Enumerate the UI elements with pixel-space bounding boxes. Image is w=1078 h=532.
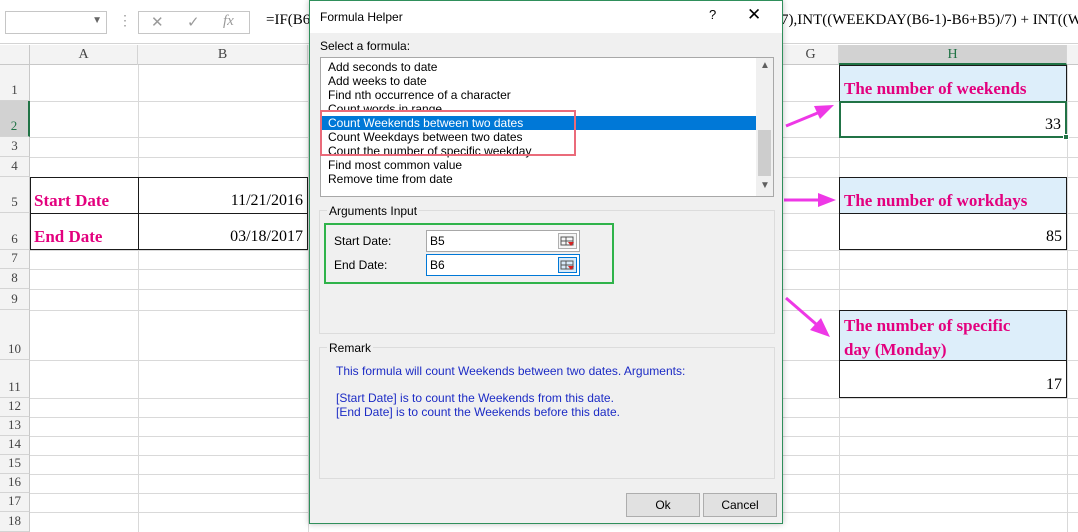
remark-line: This formula will count Weekends between… bbox=[336, 364, 686, 378]
cell-h1[interactable]: The number of weekends bbox=[839, 65, 1067, 102]
workdays-value: 85 bbox=[1046, 228, 1062, 245]
cancel-button[interactable]: Cancel bbox=[703, 493, 777, 517]
weekends-label: The number of weekends bbox=[844, 79, 1027, 98]
column-header-g[interactable]: G bbox=[783, 45, 839, 65]
end-date-field[interactable]: B6 bbox=[426, 254, 580, 276]
specific-day-label: The number of specific day (Monday) bbox=[844, 314, 1010, 362]
formula-text-end: 7),INT((WEEKDAY(B6-1)-B6+B5)/7) + INT((W bbox=[781, 12, 1078, 28]
cancel-icon[interactable]: ✕ bbox=[151, 13, 164, 31]
start-date-value: 11/21/2016 bbox=[230, 192, 303, 209]
cell-h10[interactable]: The number of specific day (Monday) bbox=[839, 310, 1067, 361]
cell-h5[interactable]: The number of workdays bbox=[839, 177, 1067, 214]
fill-handle[interactable] bbox=[1063, 134, 1069, 140]
remark-title: Remark bbox=[327, 341, 374, 355]
remark-group: Remark This formula will count Weekends … bbox=[319, 341, 775, 479]
end-date-field-value: B6 bbox=[430, 258, 445, 272]
column-header-a[interactable]: A bbox=[30, 45, 138, 65]
end-date-label: End Date bbox=[34, 227, 103, 246]
formula-text-start: =IF(B6 bbox=[266, 12, 311, 28]
row-header-15[interactable]: 15 bbox=[0, 455, 30, 474]
formula-item[interactable]: Remove time from date bbox=[321, 172, 757, 186]
workdays-label: The number of workdays bbox=[844, 191, 1028, 210]
formula-item[interactable]: Add weeks to date bbox=[321, 74, 757, 88]
column-header-b[interactable]: B bbox=[138, 45, 308, 65]
range-select-icon[interactable] bbox=[558, 257, 577, 273]
chevron-up-icon[interactable]: ▲ bbox=[760, 60, 770, 71]
end-date-field-label: End Date: bbox=[334, 258, 388, 272]
arguments-input-title: Arguments Input bbox=[327, 204, 420, 218]
arrow-right-icon bbox=[785, 105, 834, 128]
row-header-6[interactable]: 6 bbox=[0, 213, 30, 250]
range-select-icon[interactable] bbox=[558, 233, 577, 249]
row-header-5[interactable]: 5 bbox=[0, 177, 30, 213]
arguments-highlight: Start Date: B5 End Date: B6 bbox=[324, 223, 614, 284]
remark-line: [Start Date] is to count the Weekends fr… bbox=[336, 391, 614, 405]
end-date-value: 03/18/2017 bbox=[230, 228, 303, 245]
cell-h11[interactable]: 17 bbox=[839, 360, 1067, 398]
formula-item[interactable]: Find most common value bbox=[321, 158, 757, 172]
chevron-down-icon[interactable]: ▼ bbox=[92, 15, 102, 26]
arrow-right-icon bbox=[785, 296, 830, 337]
weekends-value: 33 bbox=[1045, 116, 1061, 133]
close-icon[interactable]: ✕ bbox=[747, 5, 761, 25]
specific-day-label-line2: day (Monday) bbox=[844, 340, 947, 359]
cell-h2[interactable]: 33 bbox=[839, 101, 1069, 140]
row-header-4[interactable]: 4 bbox=[0, 157, 30, 177]
scrollbar-thumb[interactable] bbox=[758, 130, 771, 176]
specific-day-value: 17 bbox=[1046, 376, 1062, 393]
row-header-1[interactable]: 1 bbox=[0, 65, 30, 101]
row-header-3[interactable]: 3 bbox=[0, 137, 30, 157]
gridline bbox=[138, 65, 139, 532]
dialog-titlebar[interactable]: Formula Helper ? ✕ bbox=[310, 1, 782, 33]
row-header-2[interactable]: 2 bbox=[0, 101, 30, 137]
more-vertical-icon: ⋮ bbox=[118, 12, 132, 28]
arguments-input-group: Arguments Input Start Date: B5 End Date:… bbox=[319, 204, 775, 334]
start-date-field-value: B5 bbox=[430, 234, 445, 248]
cell-a5[interactable]: Start Date bbox=[30, 177, 139, 214]
dialog-title: Formula Helper bbox=[320, 10, 403, 24]
specific-day-label-line1: The number of specific bbox=[844, 316, 1011, 335]
select-all-corner[interactable] bbox=[0, 45, 30, 65]
column-header-h[interactable]: H bbox=[839, 45, 1067, 65]
row-header-17[interactable]: 17 bbox=[0, 493, 30, 512]
help-icon[interactable]: ? bbox=[709, 7, 716, 22]
row-header-14[interactable]: 14 bbox=[0, 436, 30, 455]
row-header-7[interactable]: 7 bbox=[0, 250, 30, 269]
row-header-16[interactable]: 16 bbox=[0, 474, 30, 493]
cell-b5[interactable]: 11/21/2016 bbox=[138, 177, 308, 214]
row-header-9[interactable]: 9 bbox=[0, 289, 30, 310]
row-header-10[interactable]: 10 bbox=[0, 310, 30, 360]
remark-line: [End Date] is to count the Weekends befo… bbox=[336, 405, 620, 419]
row-header-12[interactable]: 12 bbox=[0, 398, 30, 417]
row-header-11[interactable]: 11 bbox=[0, 360, 30, 398]
row-header-8[interactable]: 8 bbox=[0, 269, 30, 289]
formula-item[interactable]: Find nth occurrence of a character bbox=[321, 88, 757, 102]
formula-helper-dialog: Formula Helper ? ✕ Select a formula: Add… bbox=[309, 0, 783, 524]
insert-function-icon[interactable]: fx bbox=[223, 13, 234, 30]
formula-buttons: ✕ ✓ fx bbox=[138, 11, 250, 34]
cell-b6[interactable]: 03/18/2017 bbox=[138, 213, 308, 250]
name-box[interactable]: ▼ bbox=[5, 11, 107, 34]
formula-item[interactable]: Add seconds to date bbox=[321, 60, 757, 74]
row-header-13[interactable]: 13 bbox=[0, 417, 30, 436]
arrow-right-icon bbox=[784, 193, 836, 207]
row-header-18[interactable]: 18 bbox=[0, 512, 30, 532]
chevron-down-icon[interactable]: ▼ bbox=[760, 180, 770, 191]
listbox-scrollbar[interactable]: ▲ ▼ bbox=[756, 58, 773, 196]
formula-options-highlight bbox=[320, 110, 576, 156]
start-date-field-label: Start Date: bbox=[334, 234, 392, 248]
ok-button[interactable]: Ok bbox=[626, 493, 700, 517]
cell-a6[interactable]: End Date bbox=[30, 213, 139, 250]
enter-icon[interactable]: ✓ bbox=[187, 13, 200, 31]
start-date-label: Start Date bbox=[34, 191, 110, 210]
cell-h6[interactable]: 85 bbox=[839, 213, 1067, 250]
start-date-field[interactable]: B5 bbox=[426, 230, 580, 252]
select-formula-label: Select a formula: bbox=[320, 39, 411, 53]
